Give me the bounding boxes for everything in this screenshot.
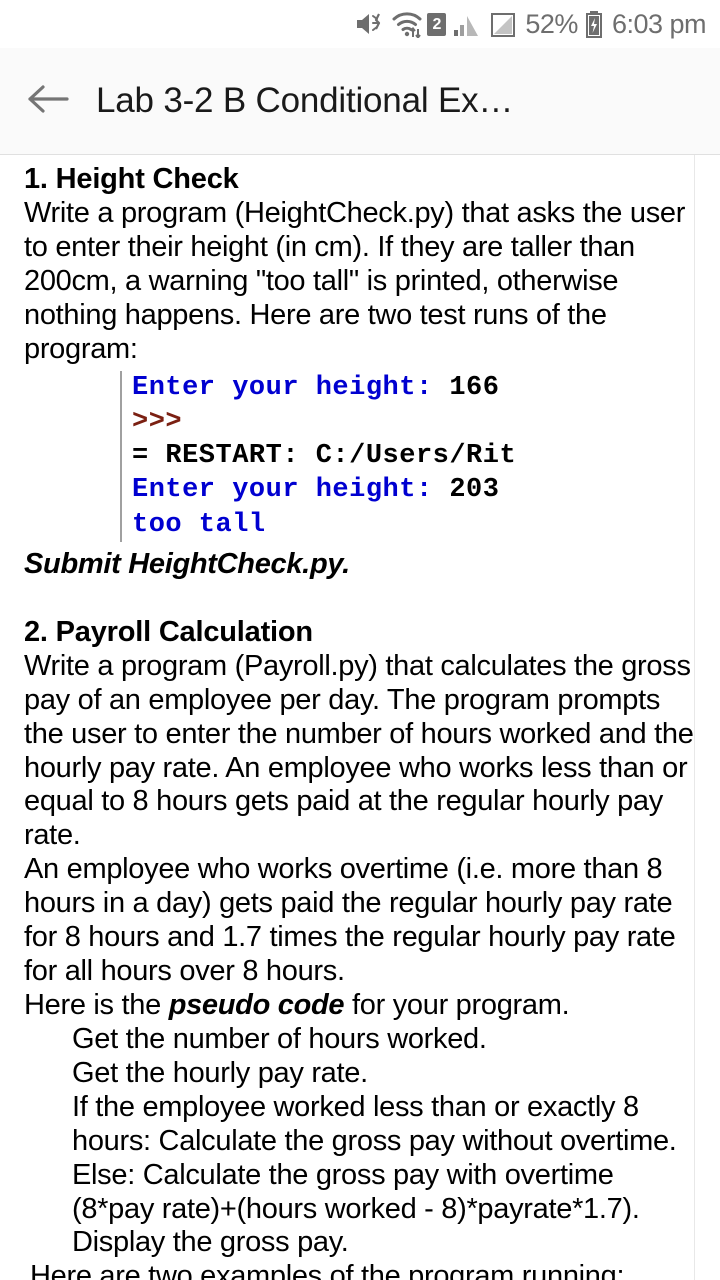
code-sample-inner: Enter your height: 166 >>> = RESTART: C:…: [120, 370, 720, 542]
signal-alt-icon: [490, 10, 518, 38]
section-1-body: Write a program (HeightCheck.py) that as…: [24, 196, 686, 365]
battery-percent-label: 52%: [525, 8, 578, 39]
status-icons-group: 2 52% 6:03 pm: [354, 8, 707, 40]
submit-instruction: Submit HeightCheck.py.: [24, 547, 350, 580]
pseudo-code-emphasis: pseudo code: [168, 989, 345, 1021]
code-segment: Enter your height:: [132, 475, 450, 506]
section-2-pseudo-intro: Here is the pseudo code for your program…: [24, 989, 696, 1023]
code-segment: >>>: [132, 406, 183, 437]
code-line: too tall: [132, 508, 720, 542]
section-2-paragraph-2: An employee who works overtime (i.e. mor…: [24, 853, 676, 988]
clock-label: 6:03 pm: [611, 8, 707, 39]
pseudo-code-step: Display the gross pay.: [72, 1226, 349, 1259]
pseudo-code-step: If the employee worked less than or exac…: [72, 1090, 677, 1157]
back-arrow-icon: [26, 82, 70, 121]
back-button[interactable]: [0, 82, 96, 121]
pseudo-intro-prefix: Here is the: [24, 989, 169, 1021]
code-line: = RESTART: C:/Users/Rit: [132, 439, 720, 473]
page-right-edge: [694, 155, 695, 1280]
mute-icon: [354, 10, 384, 38]
app-bar: Lab 3-2 B Conditional Ex…: [0, 48, 720, 155]
pseudo-intro-suffix: for your program.: [344, 989, 570, 1021]
pseudo-code-step: Get the number of hours worked.: [72, 1022, 487, 1055]
signal-bars-icon: [453, 10, 483, 38]
code-segment: Enter your height:: [132, 372, 450, 403]
document-content: 1. Height Check Write a program (HeightC…: [0, 155, 720, 1280]
sim-badge: 2: [427, 12, 447, 36]
section-1-heading: 1. Height Check: [24, 163, 239, 195]
code-line: Enter your height: 203: [132, 473, 720, 507]
code-segment: too tall: [132, 509, 266, 540]
code-segment: 203: [449, 475, 500, 506]
section-2-heading: 2. Payroll Calculation: [24, 615, 313, 648]
pseudo-code-list: Get the number of hours worked. Get the …: [24, 1023, 696, 1260]
status-bar: 2 52% 6:03 pm: [0, 0, 720, 48]
battery-icon: [585, 10, 603, 38]
pseudo-code-step: Else: Calculate the gross pay with overt…: [72, 1158, 640, 1225]
document-viewer[interactable]: 1. Height Check Write a program (HeightC…: [0, 155, 720, 1280]
section-2-closing: Here are two examples of the program run…: [30, 1260, 625, 1280]
wifi-icon: [391, 10, 423, 38]
code-line: Enter your height: 166: [132, 371, 720, 405]
code-sample-height-check: Enter your height: 166 >>> = RESTART: C:…: [24, 370, 720, 542]
pseudo-code-step: Get the hourly pay rate.: [72, 1056, 368, 1089]
section-2-paragraph-1: Write a program (Payroll.py) that calcul…: [24, 649, 694, 852]
code-line: >>>: [132, 405, 720, 439]
code-segment: = RESTART: C:/Users/Rit: [132, 441, 517, 472]
page-title: Lab 3-2 B Conditional Ex…: [96, 81, 514, 120]
code-segment: 166: [449, 372, 500, 403]
